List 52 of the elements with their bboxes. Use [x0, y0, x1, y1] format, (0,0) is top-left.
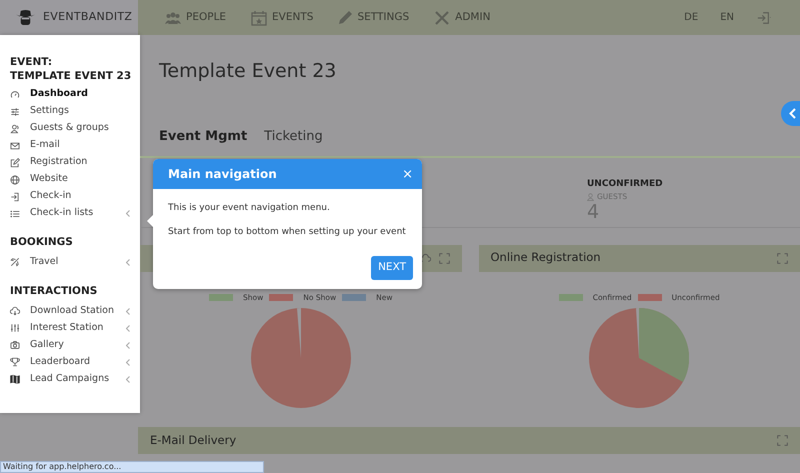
brand-name: EVENTBANDITZ: [43, 9, 132, 26]
sidebar-item[interactable]: Settings: [10, 103, 140, 120]
sliders-icon: [10, 106, 20, 116]
event-title: EVENT:: [10, 55, 54, 69]
popover-text: Start from top to bottom when setting up your event: [168, 226, 407, 238]
expand-icon[interactable]: [777, 252, 788, 264]
section-heading: INTERACTIONS: [10, 284, 98, 299]
tab[interactable]: Event Mgmt: [159, 126, 248, 156]
sidebar-item[interactable]: Interest Station: [10, 320, 140, 336]
popover-title: Main navigation: [168, 166, 278, 183]
panel-title: Online Registration: [490, 249, 602, 266]
envelope-icon: [10, 140, 20, 150]
camera-icon: [10, 340, 20, 350]
logout-icon[interactable]: [756, 11, 772, 26]
sidebar-item[interactable]: Lead Campaigns: [10, 370, 140, 388]
sign-in-icon: [10, 192, 20, 202]
status-bar: Waiting for app.helphero.co...: [0, 461, 264, 473]
sidebar-item[interactable]: Check-in: [10, 188, 140, 205]
section-heading: BOOKINGS: [10, 235, 74, 250]
panel-title: E-Mail Delivery: [150, 432, 238, 449]
pencil-icon: [337, 10, 354, 26]
sidebar-item[interactable]: E-mail: [10, 137, 140, 154]
sidebar-item[interactable]: Guests & groups: [10, 120, 140, 137]
list-icon: [10, 208, 20, 218]
sidebar-item[interactable]: Website: [10, 171, 140, 188]
event-title: TEMPLATE EVENT 23: [10, 69, 132, 83]
sidebar-item[interactable]: Travel: [10, 254, 140, 271]
expand-icon[interactable]: [777, 434, 788, 446]
gauge-icon: [10, 90, 20, 100]
stat-label: UNCONFIRMED: [587, 178, 664, 190]
map-icon: [10, 374, 20, 384]
sidebar-item[interactable]: Download Station: [10, 302, 140, 320]
edit-icon: [10, 158, 20, 168]
user-group-icon: [10, 124, 20, 134]
sidebar-item[interactable]: Gallery: [10, 336, 140, 354]
cloud-icon: [10, 306, 20, 316]
tab[interactable]: Ticketing: [264, 126, 323, 156]
bandit-logo-icon: [16, 9, 35, 26]
chevron-icon: [789, 108, 796, 119]
globe-icon: [10, 174, 20, 184]
calendar-icon: [250, 10, 268, 26]
people-icon: [164, 10, 182, 26]
sidebar-item[interactable]: Leaderboard: [10, 354, 140, 370]
sidebar-item[interactable]: Dashboard: [10, 86, 140, 103]
user-icon: [587, 192, 595, 201]
page-title: Template Event 23: [159, 59, 338, 84]
trophy-icon: [10, 357, 20, 367]
sidebar-item[interactable]: Check-in lists: [10, 205, 140, 222]
sidebar-item[interactable]: Registration: [10, 154, 140, 171]
expand-icon[interactable]: [438, 252, 450, 264]
equalizer-icon: [10, 323, 20, 333]
popover-text: This is your event navigation menu.: [168, 202, 331, 215]
